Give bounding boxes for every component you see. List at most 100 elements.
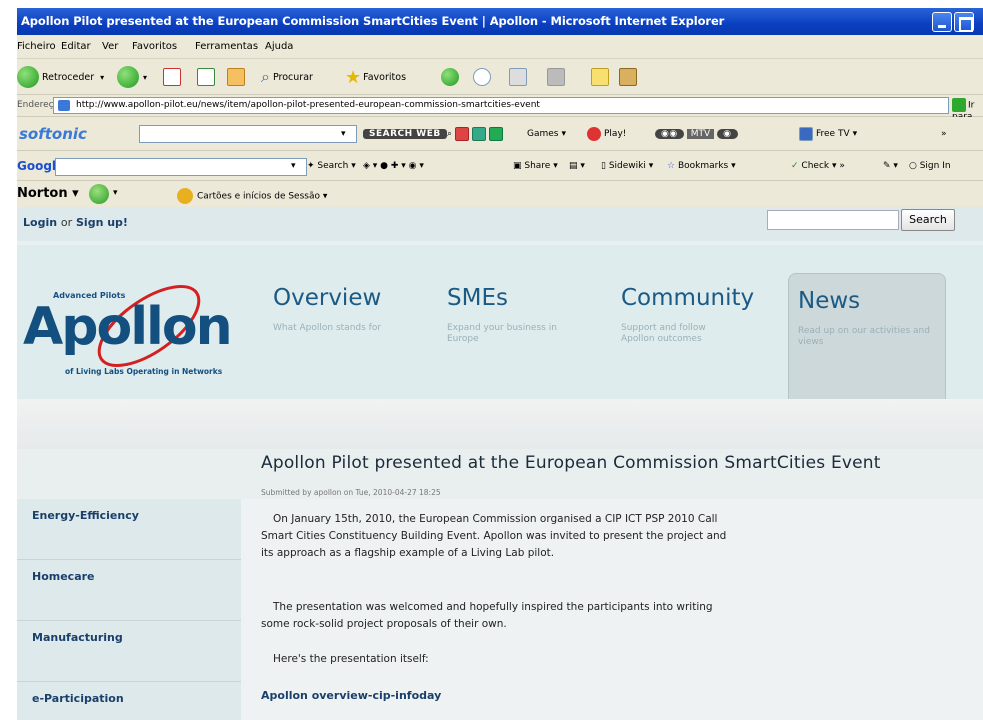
sidebar-item-e-participation[interactable]: e-Participation xyxy=(17,682,241,720)
sidebar: Energy-Efficiency Homecare Manufacturing… xyxy=(17,499,241,720)
home-icon xyxy=(227,68,245,86)
menu-tools[interactable]: Ferramentas xyxy=(195,41,258,52)
signin-button[interactable]: ○ Sign In xyxy=(909,161,951,171)
history-icon xyxy=(441,68,459,86)
sidebar-item-energy-efficiency[interactable]: Energy-Efficiency xyxy=(17,499,241,560)
address-input[interactable]: http://www.apollon-pilot.eu/news/item/ap… xyxy=(53,97,949,114)
refresh-icon xyxy=(197,68,215,86)
article-title: Apollon Pilot presented at the European … xyxy=(261,453,881,473)
notes-button[interactable] xyxy=(591,65,609,89)
dropdown-arrow-icon[interactable]: ▾ xyxy=(113,188,118,198)
forward-arrow-icon xyxy=(117,66,139,88)
site-search-input[interactable] xyxy=(767,210,899,230)
menu-file[interactable]: Ficheiro xyxy=(17,41,56,52)
norton-toolbar: Norton ▾ ▾ Cartões e inícios de Sessão ▾ xyxy=(17,181,983,207)
google-search-input[interactable] xyxy=(55,158,307,176)
check-button[interactable]: ✓ Check ▾ » xyxy=(791,161,845,171)
star-icon: ☆ xyxy=(667,161,676,171)
back-button[interactable]: Retroceder ▾ xyxy=(17,65,104,89)
bookmarks-button[interactable]: ☆ Bookmarks ▾ xyxy=(667,161,736,171)
article-title-row: Apollon Pilot presented at the European … xyxy=(17,449,983,499)
edit-icon xyxy=(547,68,565,86)
forward-button[interactable]: ▾ xyxy=(117,65,147,89)
play-icon xyxy=(587,127,601,141)
mtv-button[interactable]: ◉◉ MTV ◉ xyxy=(655,126,738,142)
share-button[interactable]: ▣ Share ▾ xyxy=(513,161,558,171)
presentation-title[interactable]: Apollon overview-cip-infoday xyxy=(261,689,441,702)
submitted-by: Submitted by apollon on Tue, 2010-04-27 … xyxy=(261,488,441,497)
google-dropdown-icon[interactable]: ▾ xyxy=(291,161,296,171)
apollon-logo[interactable]: Advanced Pilots Apollon of Living Labs O… xyxy=(17,271,257,381)
spellcheck-icon: ✓ xyxy=(791,161,799,171)
note-icon xyxy=(591,68,609,86)
logo-wordmark: Apollon xyxy=(23,297,233,357)
nav-community[interactable]: Community Support and follow Apollon out… xyxy=(621,285,771,395)
star-icon: ★ xyxy=(345,66,362,88)
softonic-search-button[interactable]: SEARCH WEB xyxy=(363,126,447,142)
printer-icon xyxy=(509,68,527,86)
article-paragraph: The presentation was welcomed and hopefu… xyxy=(261,601,713,630)
back-label: Retroceder xyxy=(42,71,95,83)
research-button[interactable] xyxy=(619,65,637,89)
login-link[interactable]: Login xyxy=(23,216,57,229)
softonic-search-input[interactable] xyxy=(139,125,357,143)
dropdown-arrow-icon: ▾ xyxy=(100,72,105,82)
window-title-bar: Apollon Pilot presented at the European … xyxy=(17,8,983,35)
stop-button[interactable] xyxy=(163,65,181,89)
nav-description: Read up on our activities and views xyxy=(798,326,930,347)
print-button[interactable] xyxy=(509,65,527,89)
mail-icon xyxy=(473,68,491,86)
norton-cards-button[interactable]: Cartões e inícios de Sessão ▾ xyxy=(177,188,327,204)
app-icon xyxy=(455,127,470,141)
google-search-button[interactable]: ✦ Search ▾ xyxy=(307,161,356,171)
address-bar: Endereço http://www.apollon-pilot.eu/new… xyxy=(17,95,983,122)
media-icon: ◉ xyxy=(717,129,738,139)
menu-bar: Ficheiro Editar Ver Favoritos Ferramenta… xyxy=(17,35,983,59)
article-paragraph: On January 15th, 2010, the European Comm… xyxy=(261,513,727,559)
softonic-icons-group[interactable]: ⌕ xyxy=(447,126,504,142)
minimize-button[interactable] xyxy=(932,12,952,32)
nav-smes[interactable]: SMEs Expand your business in Europe xyxy=(447,285,587,395)
mail-button[interactable] xyxy=(473,65,491,89)
freetv-button[interactable]: Free TV ▾ xyxy=(799,126,857,142)
app-icon xyxy=(472,127,487,141)
signup-link[interactable]: Sign up! xyxy=(76,216,128,229)
history-button[interactable] xyxy=(441,65,459,89)
nav-title: SMEs xyxy=(447,285,508,311)
sidewiki-button[interactable]: ▯ Sidewiki ▾ xyxy=(601,161,653,171)
home-button[interactable] xyxy=(227,65,245,89)
dropdown-arrow-icon: ▾ xyxy=(143,72,148,82)
games-button[interactable]: Games ▾ xyxy=(527,126,566,142)
menu-edit[interactable]: Editar xyxy=(61,41,91,52)
tv-icon xyxy=(799,127,813,141)
norton-check-icon[interactable] xyxy=(89,184,109,204)
refresh-button[interactable] xyxy=(197,65,215,89)
nav-news[interactable]: News Read up on our activities and views xyxy=(788,273,946,399)
maximize-button[interactable] xyxy=(954,12,974,32)
softonic-dropdown-icon[interactable]: ▾ xyxy=(341,126,346,142)
menu-favorites[interactable]: Favoritos xyxy=(132,41,177,52)
login-area: Login or Sign up! xyxy=(23,216,128,229)
main-toolbar: Retroceder ▾ ▾ ⌕ Procurar ★ Favoritos xyxy=(17,59,983,95)
sidebar-item-homecare[interactable]: Homecare xyxy=(17,560,241,621)
nav-overview[interactable]: Overview What Apollon stands for xyxy=(273,285,423,395)
sidebar-item-manufacturing[interactable]: Manufacturing xyxy=(17,621,241,682)
favorites-button[interactable]: ★ Favoritos xyxy=(345,65,406,89)
edit-button[interactable] xyxy=(547,65,565,89)
more-chevron-icon[interactable]: » xyxy=(941,126,947,142)
softonic-toolbar: softonic ▾ SEARCH WEB ⌕ Games ▾ Play! ◉◉… xyxy=(17,117,983,151)
menu-view[interactable]: Ver xyxy=(102,41,118,52)
menu-help[interactable]: Ajuda xyxy=(265,41,293,52)
web-page: Login or Sign up! Search Advanced Pilots… xyxy=(17,207,983,720)
nav-title: News xyxy=(798,288,861,314)
back-arrow-icon xyxy=(17,66,39,88)
search-button[interactable]: ⌕ Procurar xyxy=(261,65,313,89)
site-search-button[interactable]: Search xyxy=(901,209,955,231)
search-icon: ⌕ xyxy=(261,67,270,86)
google-tools-icons[interactable]: ◈ ▾ ● ✚ ▾ ◉ ▾ xyxy=(363,161,424,171)
translate-button[interactable]: ▤ ▾ xyxy=(569,161,585,171)
app-icon xyxy=(489,127,504,141)
play-button[interactable]: Play! xyxy=(587,126,626,142)
site-header: Advanced Pilots Apollon of Living Labs O… xyxy=(17,241,983,399)
settings-button[interactable]: ✎ ▾ xyxy=(883,161,898,171)
